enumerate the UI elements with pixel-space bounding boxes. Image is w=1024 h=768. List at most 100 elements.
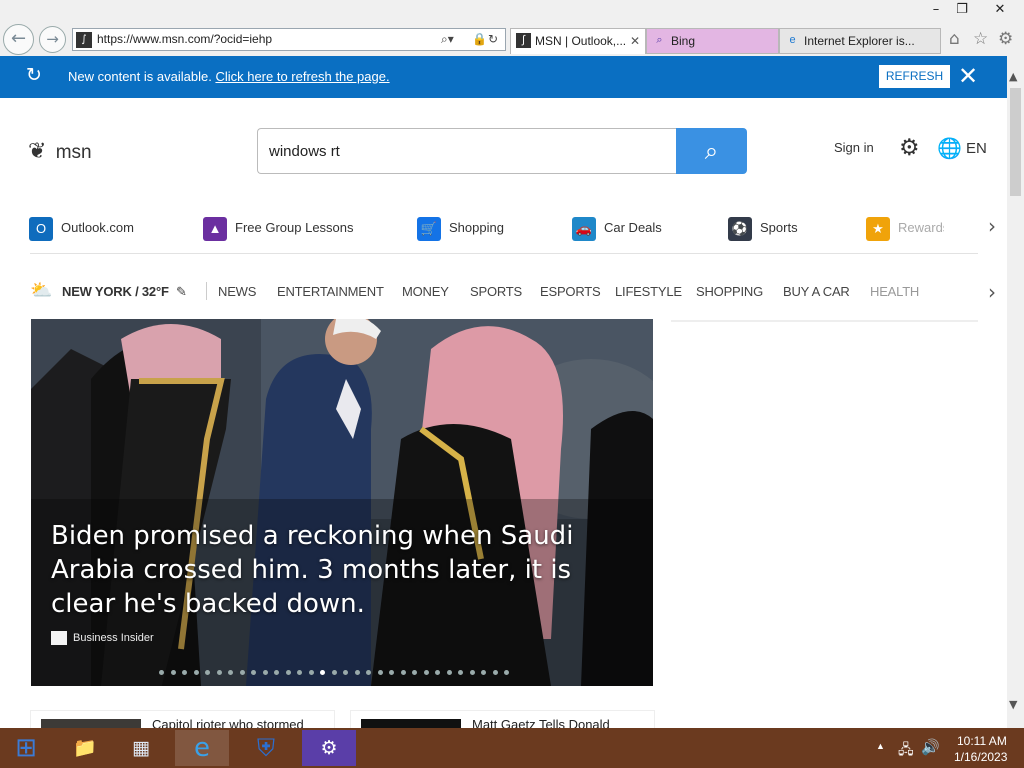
quick-link-sports[interactable]: ⚽ Sports	[728, 208, 798, 248]
nav-shopping[interactable]: SHOPPING	[696, 278, 763, 306]
search-dropdown-icon[interactable]: ⌕▾	[441, 32, 454, 47]
quick-link-car-deals[interactable]: 🚗 Car Deals	[572, 208, 662, 248]
news-card-title[interactable]: Capitol rioter who stormed	[152, 717, 304, 728]
tools-gear-icon[interactable]: ⚙	[998, 29, 1013, 49]
carousel-dot[interactable]	[354, 670, 360, 675]
back-button[interactable]: ←	[3, 24, 34, 55]
carousel-dot[interactable]	[504, 670, 509, 675]
home-icon[interactable]: ⌂	[949, 29, 960, 49]
carousel-dot[interactable]	[435, 670, 440, 675]
lock-icon[interactable]: 🔒	[472, 32, 487, 46]
news-card[interactable]: Matt Gaetz Tells Donald	[350, 710, 655, 728]
nav-next-icon[interactable]: ›	[988, 280, 996, 304]
carousel-dot[interactable]	[205, 670, 210, 675]
forward-button[interactable]: →	[39, 26, 66, 53]
scroll-thumb[interactable]	[1010, 88, 1021, 196]
hero-carousel[interactable]: Biden promised a reckoning when Saudi Ar…	[31, 319, 653, 686]
security-shield-icon[interactable]: ⛨	[239, 730, 293, 766]
refresh-icon[interactable]: ↻	[488, 32, 498, 46]
quick-link-shopping[interactable]: 🛒 Shopping	[417, 208, 504, 248]
nav-buy-a-car[interactable]: BUY A CAR	[783, 278, 850, 306]
nav-entertainment[interactable]: ENTERTAINMENT	[277, 278, 384, 306]
tab-msn[interactable]: ∫ MSN | Outlook,... ✕	[510, 28, 646, 54]
carousel-dot[interactable]	[423, 670, 429, 675]
quick-links-next-icon[interactable]: ›	[988, 214, 996, 238]
msn-logo[interactable]: ❦ msn	[28, 138, 92, 164]
carousel-dot[interactable]	[170, 670, 176, 675]
restore-button[interactable]: ❐	[946, 0, 978, 20]
nav-money[interactable]: MONEY	[402, 278, 449, 306]
carousel-dot[interactable]	[262, 670, 268, 675]
hero-source[interactable]: Business Insider	[51, 631, 154, 645]
nav-esports[interactable]: ESPORTS	[540, 278, 601, 306]
start-icon[interactable]: ⊞	[0, 730, 52, 766]
carousel-dot[interactable]	[481, 670, 486, 675]
quick-link-rewards[interactable]: ★ Rewards	[866, 208, 944, 248]
network-icon[interactable]: 🖧	[898, 739, 914, 763]
nav-news[interactable]: NEWS	[218, 278, 256, 306]
settings-gear-icon[interactable]: ⚙	[302, 730, 356, 766]
carousel-dot[interactable]	[251, 670, 256, 675]
address-bar[interactable]: ∫ https://www.msn.com/?ocid=iehp ⌕▾ 🔒 ↻	[72, 28, 506, 51]
carousel-dot[interactable]	[412, 670, 417, 675]
refresh-page-link[interactable]: Click here to refresh the page.	[215, 69, 389, 84]
scroll-up-icon[interactable]: ▲	[1009, 70, 1017, 83]
news-card[interactable]: Capitol rioter who stormed	[30, 710, 335, 728]
carousel-dot[interactable]	[400, 670, 406, 675]
carousel-dot[interactable]	[320, 670, 325, 675]
carousel-dot[interactable]	[274, 670, 279, 675]
scroll-down-icon[interactable]: ▼	[1009, 698, 1017, 711]
carousel-dot[interactable]	[228, 670, 233, 675]
carousel-dot[interactable]	[492, 670, 498, 675]
settings-gear-icon[interactable]: ⚙	[899, 134, 920, 161]
carousel-dot[interactable]	[285, 670, 291, 675]
carousel-dot[interactable]	[366, 670, 371, 675]
quick-link-group-lessons[interactable]: ▲ Free Group Lessons	[203, 208, 354, 248]
nav-sports[interactable]: SPORTS	[470, 278, 522, 306]
carousel-dot[interactable]	[159, 670, 164, 675]
carousel-dot[interactable]	[331, 670, 337, 675]
file-explorer-icon[interactable]: 📁	[58, 730, 112, 766]
refresh-button[interactable]: REFRESH	[879, 65, 950, 88]
carousel-dot[interactable]	[458, 670, 463, 675]
hero-headline[interactable]: Biden promised a reckoning when Saudi Ar…	[51, 519, 631, 621]
search-query[interactable]: windows rt	[269, 143, 340, 160]
carousel-dot[interactable]	[308, 670, 314, 675]
show-hidden-icons-icon[interactable]: ▲	[876, 741, 885, 751]
search-button[interactable]: ⌕	[676, 128, 747, 174]
nav-lifestyle[interactable]: LIFESTYLE	[615, 278, 682, 306]
close-window-button[interactable]: ✕	[984, 0, 1016, 20]
carousel-dot[interactable]	[297, 670, 302, 675]
clock-time[interactable]: 10:11 AM	[957, 734, 1007, 748]
carousel-dot[interactable]	[446, 670, 452, 675]
carousel-dot[interactable]	[193, 670, 199, 675]
carousel-dot[interactable]	[182, 670, 187, 675]
tab-internet-explorer[interactable]: e Internet Explorer is...	[779, 28, 941, 54]
search-input[interactable]: windows rt	[257, 128, 677, 174]
carousel-dot[interactable]	[239, 670, 245, 675]
carousel-dot[interactable]	[389, 670, 394, 675]
close-tab-icon[interactable]: ✕	[630, 29, 640, 53]
internet-explorer-icon[interactable]: e	[175, 730, 229, 766]
nav-health[interactable]: HEALTH	[870, 278, 919, 306]
vertical-scrollbar[interactable]: ▲ ▼	[1007, 56, 1024, 728]
quick-link-outlook[interactable]: O Outlook.com	[29, 208, 134, 248]
sign-in-link[interactable]: Sign in	[834, 140, 874, 155]
clock-date[interactable]: 1/16/2023	[954, 750, 1007, 764]
language-selector[interactable]: EN	[966, 140, 987, 157]
weather-location[interactable]: NEW YORK / 32°F	[62, 278, 169, 306]
carousel-dot[interactable]	[377, 670, 383, 675]
close-banner-icon[interactable]: ✕	[958, 61, 978, 91]
favorites-star-icon[interactable]: ☆	[973, 29, 988, 49]
carousel-dots[interactable]	[159, 664, 516, 675]
edit-pencil-icon[interactable]: ✎	[176, 278, 187, 306]
carousel-dot[interactable]	[469, 670, 475, 675]
volume-icon[interactable]: 🔊	[921, 738, 940, 756]
carousel-dot[interactable]	[343, 670, 348, 675]
address-url[interactable]: https://www.msn.com/?ocid=iehp	[97, 32, 272, 46]
carousel-dot[interactable]	[216, 670, 222, 675]
tab-bing[interactable]: ⌕ Bing	[646, 28, 779, 54]
globe-icon[interactable]: 🌐	[937, 136, 962, 161]
news-card-title[interactable]: Matt Gaetz Tells Donald	[472, 717, 610, 728]
server-manager-icon[interactable]: ▦	[114, 730, 168, 766]
